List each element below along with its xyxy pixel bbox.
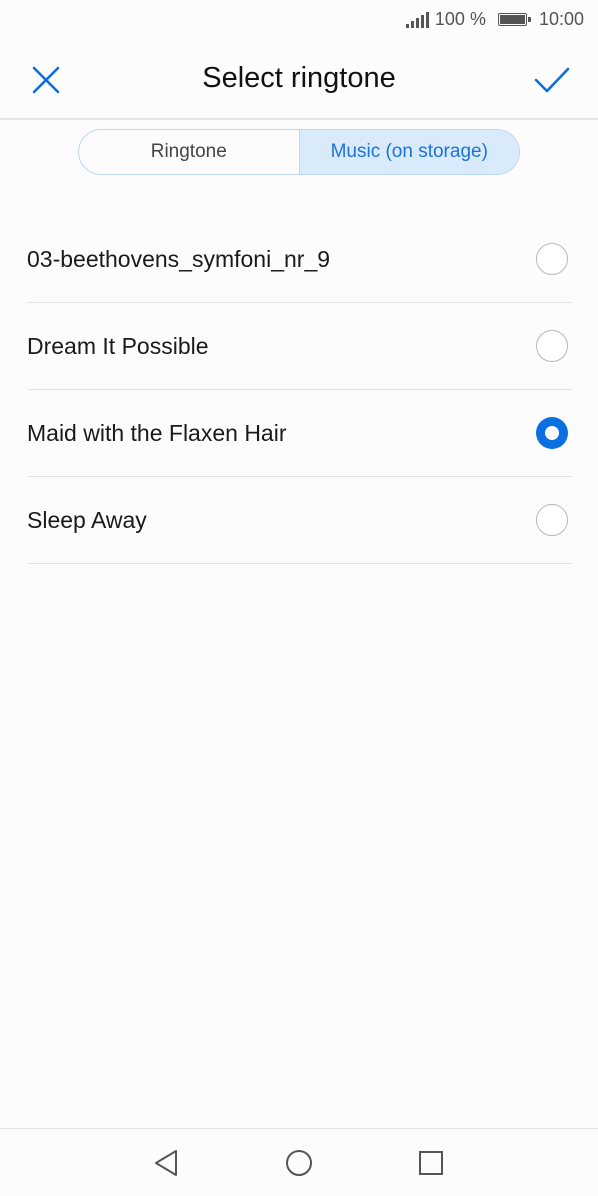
- radio-button[interactable]: [536, 330, 568, 362]
- back-button[interactable]: [148, 1145, 184, 1181]
- signal-icon: [405, 11, 429, 28]
- radio-button-selected[interactable]: [536, 417, 568, 449]
- battery-icon: [497, 13, 531, 26]
- recent-apps-button[interactable]: [413, 1145, 449, 1181]
- recent-apps-square-icon: [419, 1151, 443, 1175]
- confirm-button[interactable]: [532, 60, 572, 100]
- back-triangle-icon: [155, 1150, 177, 1176]
- radio-button[interactable]: [536, 243, 568, 275]
- clock: 10:00: [538, 9, 584, 29]
- tab-ringtone[interactable]: Ringtone: [79, 130, 299, 174]
- list-item[interactable]: Maid with the Flaxen Hair: [27, 390, 572, 477]
- home-button[interactable]: [281, 1145, 317, 1181]
- page-title: Select ringtone: [202, 62, 396, 94]
- checkmark-icon: [534, 67, 570, 93]
- music-list: 03-beethovens_symfoni_nr_9 Dream It Poss…: [27, 216, 572, 564]
- list-item-label: Dream It Possible: [27, 332, 209, 359]
- navigation-bar: [0, 1128, 598, 1196]
- radio-button[interactable]: [536, 504, 568, 536]
- list-item-label: Maid with the Flaxen Hair: [27, 419, 287, 446]
- list-item[interactable]: Sleep Away: [27, 477, 572, 564]
- list-item[interactable]: Dream It Possible: [27, 303, 572, 390]
- list-item-label: 03-beethovens_symfoni_nr_9: [27, 245, 331, 272]
- list-item-label: Sleep Away: [27, 506, 147, 533]
- status-indicators: 100 % 10:00: [405, 9, 584, 30]
- status-bar: 100 % 10:00: [0, 0, 598, 40]
- screen: 100 % 10:00 Select ringtone Ringtone Mus…: [0, 0, 598, 1196]
- tab-music-on-storage[interactable]: Music (on storage): [298, 130, 519, 174]
- ringtone-source-tabs: Ringtone Music (on storage): [78, 129, 520, 175]
- list-item[interactable]: 03-beethovens_symfoni_nr_9: [27, 216, 572, 303]
- title-bar: Select ringtone: [0, 40, 598, 120]
- home-circle-icon: [286, 1150, 312, 1176]
- battery-level-fill: [499, 15, 525, 24]
- battery-percentage: 100 %: [434, 9, 486, 29]
